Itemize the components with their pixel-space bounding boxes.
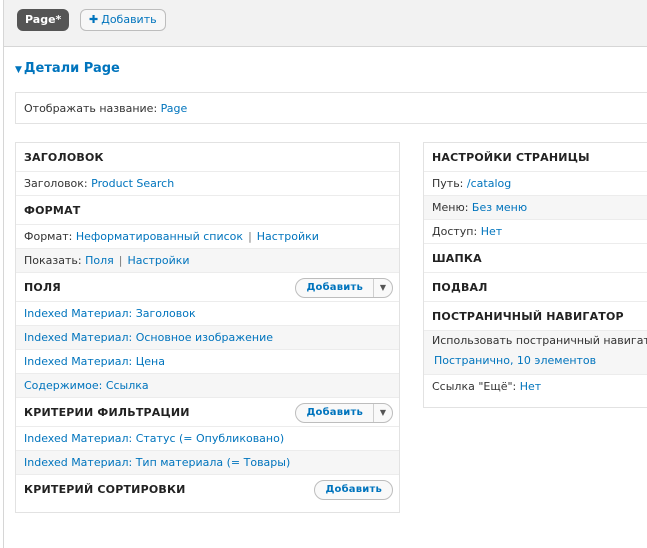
add-display-button[interactable]: ✚ Добавить — [80, 9, 166, 31]
section-heading-footer: ПОДВАЛ — [424, 273, 647, 302]
sort-heading-label: КРИТЕРИЙ СОРТИРОВКИ — [24, 483, 186, 496]
filter-link[interactable]: Indexed Материал: Статус (= Опубликовано… — [24, 432, 284, 445]
field-link[interactable]: Indexed Материал: Основное изображение — [24, 331, 273, 344]
pager-use-label: Использовать постраничный навигатор — [432, 334, 647, 347]
show-label: Показать: — [24, 254, 82, 267]
tab-page[interactable]: Page* — [17, 9, 70, 31]
details-title: Детали Page — [23, 61, 120, 76]
section-heading-filters: КРИТЕРИИ ФИЛЬТРАЦИИ Добавить ▼ — [16, 398, 399, 427]
show-row: Показать: Поля | Настройки — [16, 249, 399, 273]
path-link[interactable]: /catalog — [467, 177, 511, 190]
pager-value-row: Постранично, 10 элементов — [424, 351, 647, 375]
right-column: НАСТРОЙКИ СТРАНИЦЫ Путь: /catalog Меню: … — [423, 142, 647, 408]
format-link[interactable]: Неформатированный список — [76, 230, 243, 243]
field-link[interactable]: Indexed Материал: Заголовок — [24, 307, 196, 320]
field-link[interactable]: Indexed Материал: Цена — [24, 355, 165, 368]
show-link[interactable]: Поля — [85, 254, 114, 267]
menu-row: Меню: Без меню — [424, 196, 647, 220]
field-item: Indexed Материал: Основное изображение — [16, 326, 399, 350]
filters-heading-label: КРИТЕРИИ ФИЛЬТРАЦИИ — [24, 406, 190, 419]
section-heading-fields: ПОЛЯ Добавить ▼ — [16, 273, 399, 302]
show-settings-link[interactable]: Настройки — [127, 254, 189, 267]
format-label: Формат: — [24, 230, 73, 243]
title-row: Заголовок: Product Search — [16, 172, 399, 196]
format-settings-link[interactable]: Настройки — [257, 230, 319, 243]
more-link-label: Ссылка "Ещё": — [432, 380, 517, 393]
triangle-down-icon: ▼ — [15, 65, 22, 75]
caret-down-icon[interactable]: ▼ — [373, 404, 392, 422]
main-panel: ▼ Детали Page Отображать название: Page З… — [3, 47, 647, 548]
section-heading-title: ЗАГОЛОВОК — [16, 143, 399, 172]
section-heading-sort: КРИТЕРИЙ СОРТИРОВКИ Добавить — [16, 475, 399, 504]
access-link[interactable]: Нет — [481, 225, 502, 238]
section-heading-page-settings: НАСТРОЙКИ СТРАНИЦЫ — [424, 143, 647, 172]
access-row: Доступ: Нет — [424, 220, 647, 244]
format-row: Формат: Неформатированный список | Настрой… — [16, 225, 399, 249]
filter-item: Indexed Материал: Статус (= Опубликовано… — [16, 427, 399, 451]
more-link-value[interactable]: Нет — [520, 380, 541, 393]
pager-value-link[interactable]: Постранично, 10 элементов — [434, 354, 596, 367]
caret-down-icon[interactable]: ▼ — [373, 279, 392, 297]
filter-link[interactable]: Indexed Материал: Тип материала (= Товар… — [24, 456, 290, 469]
section-heading-pager: ПОСТРАНИЧНЫЙ НАВИГАТОР — [424, 302, 647, 331]
access-label: Доступ: — [432, 225, 478, 238]
display-name-label: Отображать название: — [24, 102, 158, 115]
filter-item: Indexed Материал: Тип материала (= Товар… — [16, 451, 399, 475]
filters-add-label: Добавить — [306, 407, 363, 418]
path-row: Путь: /catalog — [424, 172, 647, 196]
field-item: Содержимое: Ссылка — [16, 374, 399, 398]
field-link[interactable]: Содержимое: Ссылка — [24, 379, 149, 392]
title-link[interactable]: Product Search — [91, 177, 174, 190]
menu-label: Меню: — [432, 201, 469, 214]
top-toolbar: Page* ✚ Добавить — [3, 0, 647, 47]
sort-add-button[interactable]: Добавить — [314, 480, 393, 500]
path-label: Путь: — [432, 177, 464, 190]
add-display-label: Добавить — [101, 13, 157, 26]
display-name-bar: Отображать название: Page — [15, 92, 647, 124]
filters-add-button[interactable]: Добавить ▼ — [295, 403, 393, 423]
details-toggle[interactable]: ▼ Детали Page — [15, 61, 120, 76]
section-heading-header: ШАПКА — [424, 244, 647, 273]
menu-link[interactable]: Без меню — [472, 201, 527, 214]
left-column: ЗАГОЛОВОК Заголовок: Product Search ФОРМ… — [15, 142, 400, 513]
display-name-link[interactable]: Page — [161, 102, 188, 115]
fields-heading-label: ПОЛЯ — [24, 281, 61, 294]
field-item: Indexed Материал: Заголовок — [16, 302, 399, 326]
field-item: Indexed Материал: Цена — [16, 350, 399, 374]
more-link-row: Ссылка "Ещё": Нет — [424, 375, 647, 399]
fields-add-button[interactable]: Добавить ▼ — [295, 278, 393, 298]
section-heading-format: ФОРМАТ — [16, 196, 399, 225]
plus-icon: ✚ — [89, 13, 99, 26]
pager-use-row: Использовать постраничный навигатор — [424, 331, 647, 351]
title-label: Заголовок: — [24, 177, 88, 190]
fields-add-label: Добавить — [306, 282, 363, 293]
